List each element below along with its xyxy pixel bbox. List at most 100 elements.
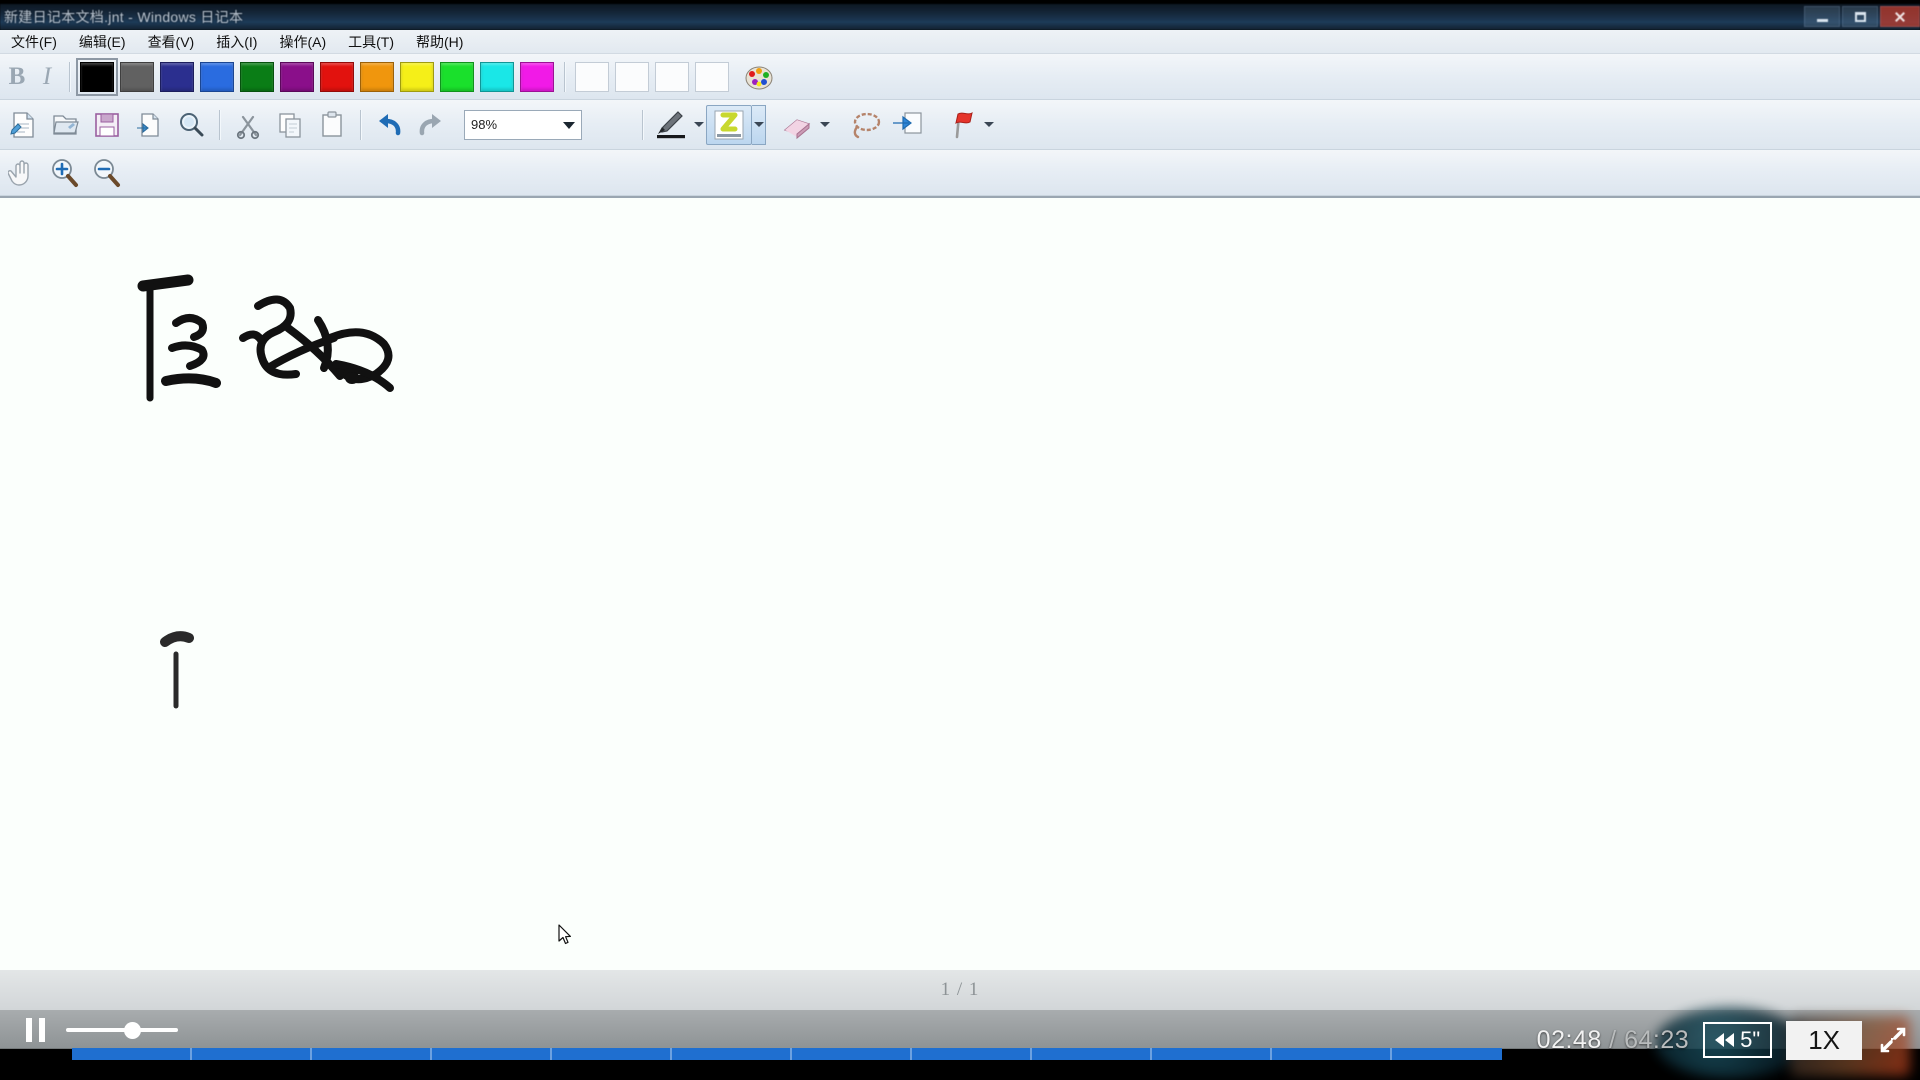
color-swatch-lime[interactable] (440, 61, 474, 92)
palette-icon (745, 66, 773, 89)
export-button[interactable] (128, 105, 170, 145)
more-colors-button[interactable] (740, 60, 778, 94)
menubar: 文件(F) 编辑(E) 查看(V) 插入(I) 操作(A) 工具(T) 帮助(H… (0, 30, 1920, 54)
color-swatch-orange[interactable] (360, 61, 394, 92)
chevron-down-icon[interactable] (563, 121, 575, 129)
menu-item-insert[interactable]: 插入(I) (205, 30, 268, 54)
ink-strokes (137, 274, 394, 709)
cut-icon (236, 115, 260, 139)
page-indicator: 1 / 1 (940, 979, 980, 1000)
color-swatch-yellow[interactable] (400, 61, 434, 92)
folder-open-icon (53, 114, 79, 135)
color-swatch-black[interactable] (76, 57, 118, 96)
chevron-down-icon (820, 122, 830, 127)
volume-knob[interactable] (124, 1022, 141, 1039)
pen-icon (657, 110, 685, 138)
rewind-icon (1715, 1033, 1735, 1047)
insert-space-icon (893, 111, 922, 134)
zoom-combobox[interactable]: 98% (464, 109, 582, 140)
close-icon (1894, 11, 1906, 23)
export-icon (137, 112, 159, 137)
custom-color-slot[interactable] (695, 61, 729, 92)
window-controls (1804, 6, 1920, 27)
color-swatch-purple[interactable] (280, 61, 314, 92)
save-icon (95, 112, 119, 137)
custom-color-slot[interactable] (655, 61, 689, 92)
copy-icon (279, 112, 301, 138)
menu-item-tools[interactable]: 工具(T) (337, 30, 405, 54)
lasso-select-button[interactable] (844, 105, 886, 145)
eraser-dropdown-arrow[interactable] (818, 106, 832, 144)
color-swatch-blue[interactable] (200, 61, 234, 92)
toolbar-separator (69, 61, 70, 92)
menu-item-help[interactable]: 帮助(H) (405, 30, 474, 54)
color-swatch-navy[interactable] (160, 61, 194, 92)
redo-button[interactable] (410, 105, 452, 145)
eraser-tool-button[interactable] (776, 105, 818, 145)
minimize-button[interactable] (1804, 6, 1840, 27)
window-titlebar: 新建日记本文档.jnt - Windows 日记本 (0, 4, 1920, 30)
playback-speed-button[interactable]: 1X (1786, 1020, 1862, 1060)
color-swatch-magenta[interactable] (520, 61, 554, 92)
main-toolbar: 98% (0, 100, 1920, 150)
zoom-in-button[interactable] (44, 153, 86, 193)
search-button[interactable] (170, 105, 212, 145)
flag-dropdown-arrow[interactable] (982, 106, 996, 144)
new-note-button[interactable] (2, 105, 44, 145)
insert-space-button[interactable] (886, 105, 928, 145)
pen-tool-button[interactable] (650, 105, 692, 145)
rewind-label: 5" (1740, 1027, 1761, 1052)
page-surface[interactable]: 录制工具 KK录像机 (0, 198, 1920, 970)
journal-canvas[interactable]: 录制工具 KK录像机 (0, 196, 1920, 970)
pause-button[interactable] (22, 1017, 48, 1043)
close-button[interactable] (1880, 6, 1920, 27)
menu-item-actions[interactable]: 操作(A) (268, 30, 337, 54)
pause-icon-bar-right (38, 1018, 45, 1042)
maximize-button[interactable] (1842, 6, 1878, 27)
zoom-in-icon (52, 158, 78, 187)
highlighter-tool-button[interactable] (706, 104, 752, 145)
fullscreen-button[interactable] (1876, 1023, 1910, 1057)
color-swatch-cyan[interactable] (480, 61, 514, 92)
undo-icon (379, 113, 401, 135)
custom-color-slots (572, 61, 732, 92)
menu-item-edit[interactable]: 编辑(E) (68, 30, 137, 54)
color-swatch-gray[interactable] (120, 61, 154, 92)
eraser-icon (783, 118, 811, 139)
pan-hand-button[interactable] (2, 153, 44, 193)
zoom-out-button[interactable] (86, 153, 128, 193)
window-title: 新建日记本文档.jnt - Windows 日记本 (4, 9, 244, 25)
rewind-5s-button[interactable]: 5" (1703, 1022, 1773, 1058)
open-button[interactable] (44, 105, 86, 145)
menu-item-view[interactable]: 查看(V) (137, 30, 206, 54)
bold-button[interactable]: B (2, 60, 32, 94)
player-right-controls: 02:48 / 64:23 5" 1X (1537, 1014, 1920, 1066)
chevron-down-icon (753, 122, 764, 127)
new-note-icon (10, 111, 34, 138)
volume-track (66, 1028, 178, 1032)
search-icon (180, 112, 204, 136)
highlighter-icon (714, 110, 744, 139)
paste-button[interactable] (311, 105, 353, 145)
chevron-down-icon (984, 122, 994, 127)
page-indicator-bar: 1 / 1 (0, 970, 1920, 1010)
menu-item-file[interactable]: 文件(F) (0, 30, 68, 54)
cut-button[interactable] (227, 105, 269, 145)
undo-button[interactable] (368, 105, 410, 145)
playback-progress-bar[interactable] (72, 1048, 1502, 1060)
save-button[interactable] (86, 105, 128, 145)
flag-button[interactable] (940, 105, 982, 145)
volume-slider[interactable] (66, 1020, 178, 1040)
pen-dropdown-arrow[interactable] (692, 106, 706, 144)
total-time: 64:23 (1624, 1025, 1690, 1054)
color-swatch-green[interactable] (240, 61, 274, 92)
view-toolbar (0, 150, 1920, 196)
custom-color-slot[interactable] (615, 61, 649, 92)
custom-color-slot[interactable] (575, 61, 609, 92)
color-swatch-red[interactable] (320, 61, 354, 92)
italic-button[interactable]: I (32, 60, 62, 94)
zoom-out-icon (94, 158, 120, 187)
highlighter-dropdown-arrow[interactable] (752, 104, 766, 145)
toolbar-separator (642, 109, 643, 140)
copy-button[interactable] (269, 105, 311, 145)
